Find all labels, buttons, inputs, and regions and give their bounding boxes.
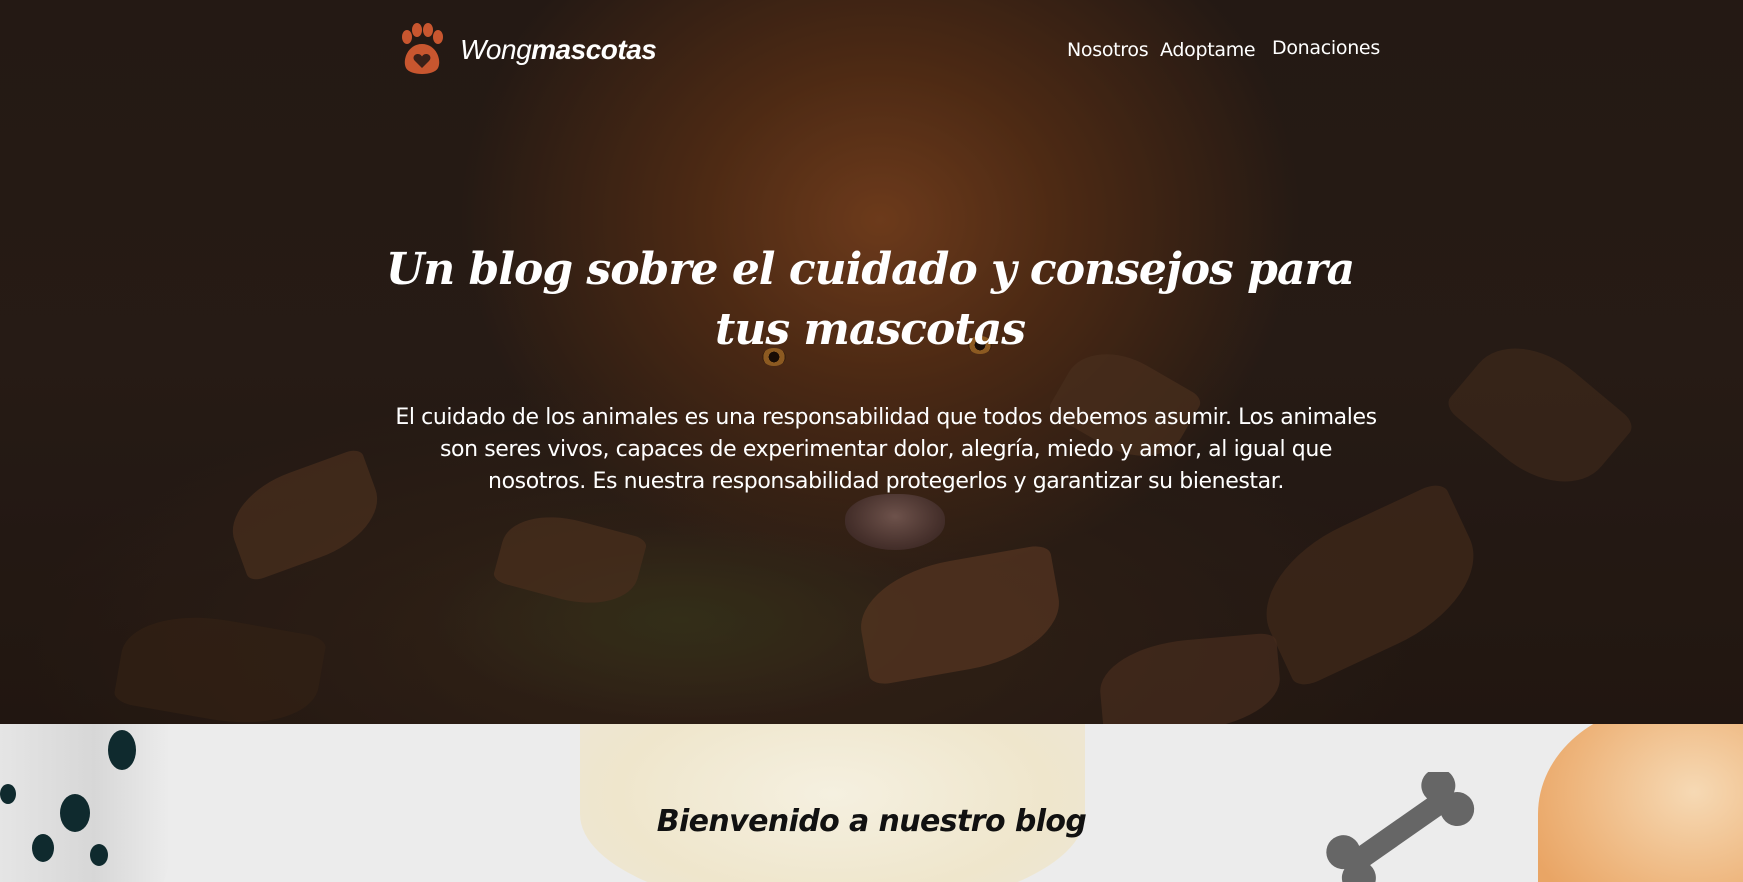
nav-link-donaciones[interactable]: Donaciones: [1272, 37, 1380, 59]
welcome-section: Bienvenido a nuestro blog: [0, 724, 1743, 882]
nav-menu: Nosotros Adoptame Donaciones: [0, 36, 1743, 66]
dalmatian-spot: [0, 784, 16, 804]
hero-section: Wongmascotas Nosotros Adoptame Donacione…: [0, 0, 1743, 724]
hero-title: Un blog sobre el cuidado y consejos para…: [385, 244, 1355, 355]
cream-pet-illustration: [580, 724, 1085, 882]
dalmatian-spot: [90, 844, 108, 866]
welcome-heading: Bienvenido a nuestro blog: [656, 804, 1087, 839]
dalmatian-spot: [108, 730, 136, 770]
nav-link-nosotros[interactable]: Nosotros: [1067, 39, 1149, 61]
dalmatian-illustration: [0, 724, 170, 882]
hero-description: El cuidado de los animales es una respon…: [395, 405, 1377, 494]
hero-overlay: [0, 0, 1743, 724]
top-navigation: Wongmascotas Nosotros Adoptame Donacione…: [0, 0, 1743, 100]
nav-link-adoptame[interactable]: Adoptame: [1160, 39, 1256, 61]
orange-pet-illustration: [1538, 724, 1743, 882]
